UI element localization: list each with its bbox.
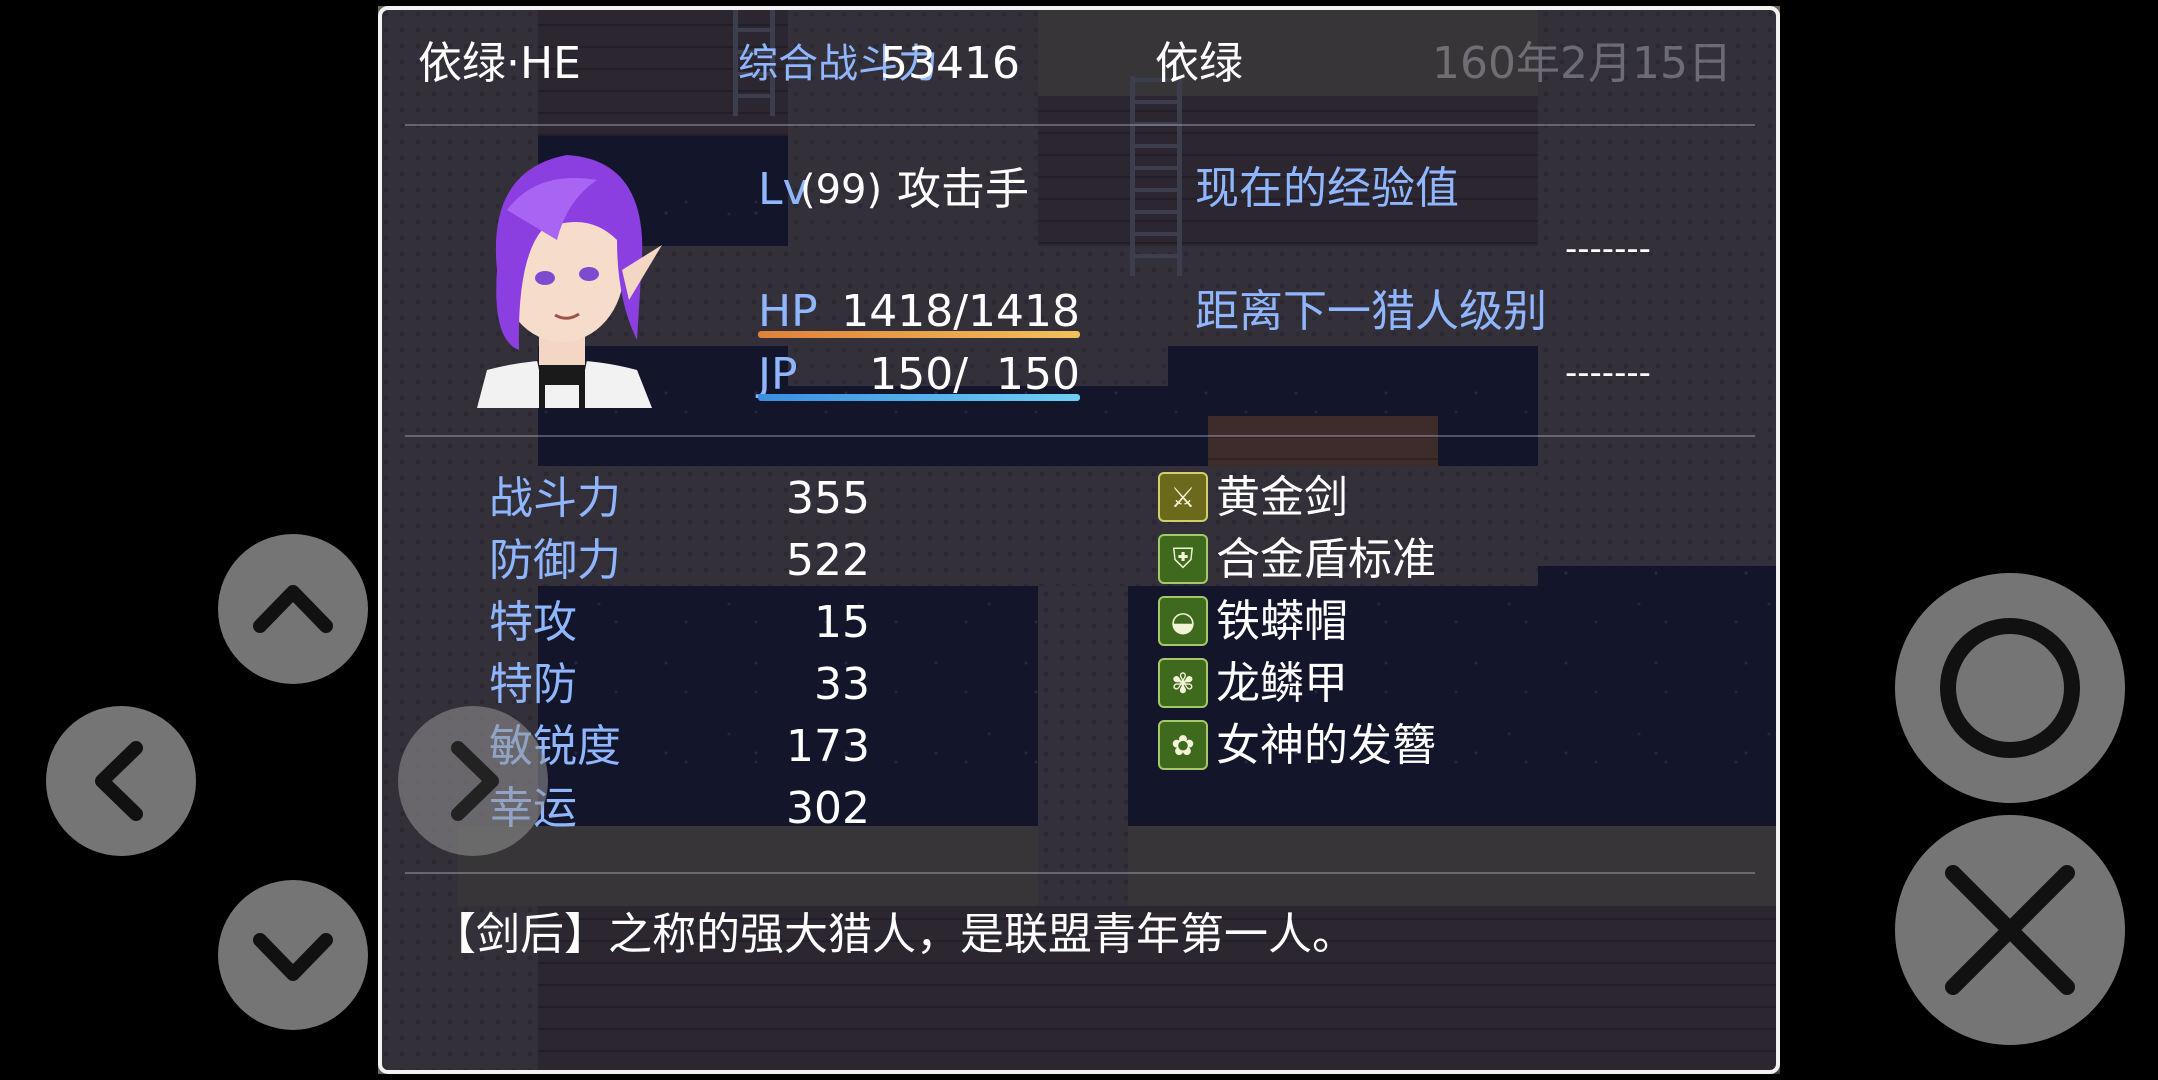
- exp-next-value: -------: [1565, 353, 1651, 393]
- param-label: 特防: [489, 659, 577, 710]
- cancel-button[interactable]: [1895, 815, 2125, 1045]
- exp-next-label: 距离下一猎人级别: [1195, 286, 1547, 337]
- hp-gauge-fill: [758, 331, 1080, 338]
- jp-label: JP: [758, 349, 798, 400]
- divider: [405, 435, 1755, 437]
- equipment-name: 龙鳞甲: [1216, 658, 1348, 709]
- confirm-button[interactable]: [1895, 573, 2125, 803]
- exp-current-value: -------: [1565, 229, 1651, 269]
- sword-icon: ⚔: [1158, 472, 1208, 522]
- param-label: 特攻: [489, 597, 577, 648]
- jp-gauge-fill: [758, 394, 1080, 401]
- level-value: (99): [800, 167, 883, 213]
- actor-portrait: [477, 155, 662, 408]
- param-value: 15: [814, 597, 870, 648]
- hat-icon: ◒: [1158, 596, 1208, 646]
- armor-icon: ✾: [1158, 658, 1208, 708]
- circle-icon: [1940, 618, 2080, 758]
- exp-current-label: 现在的经验值: [1195, 163, 1459, 214]
- param-value: 33: [814, 659, 870, 710]
- left-button[interactable]: [46, 706, 196, 856]
- hp-gauge: HP 1418/1418: [758, 290, 1080, 340]
- equipment-name: 女神的发簪: [1216, 720, 1436, 771]
- divider: [405, 872, 1755, 874]
- chevron-left-icon: [95, 741, 143, 821]
- param-value: 355: [786, 473, 870, 524]
- divider: [405, 124, 1755, 126]
- cross-icon: [1945, 865, 2075, 995]
- param-label: 战斗力: [489, 473, 621, 524]
- hp-label: HP: [758, 286, 818, 337]
- param-value: 173: [786, 721, 870, 772]
- jp-gauge: JP 150/ 150: [758, 353, 1080, 403]
- actor-nickname: 依绿: [1155, 38, 1243, 89]
- equipment-name: 合金盾标准: [1216, 534, 1436, 585]
- right-button[interactable]: [398, 706, 548, 856]
- jp-value: 150/ 150: [869, 349, 1080, 400]
- equipment-name: 黄金剑: [1216, 472, 1348, 523]
- class-name: 攻击手: [897, 164, 1029, 215]
- param-label: 防御力: [489, 535, 621, 586]
- profile-text: 【剑后】之称的强大猎人，是联盟青年第一人。: [432, 909, 1356, 960]
- hairpin-icon: ✿: [1158, 720, 1208, 770]
- up-button[interactable]: [218, 534, 368, 684]
- shield-icon: ⛨: [1158, 534, 1208, 584]
- game-date: 160年2月15日: [1432, 38, 1732, 89]
- hp-value: 1418/1418: [841, 286, 1080, 337]
- down-button[interactable]: [218, 880, 368, 1030]
- param-value: 522: [786, 535, 870, 586]
- chevron-up-icon: [253, 585, 333, 633]
- chevron-down-icon: [253, 933, 333, 981]
- equipment-name: 铁蟒帽: [1216, 596, 1348, 647]
- actor-name: 依绿·HE: [418, 38, 581, 89]
- param-value: 302: [786, 783, 870, 834]
- power-value: 53416: [880, 38, 1020, 89]
- chevron-right-icon: [451, 741, 499, 821]
